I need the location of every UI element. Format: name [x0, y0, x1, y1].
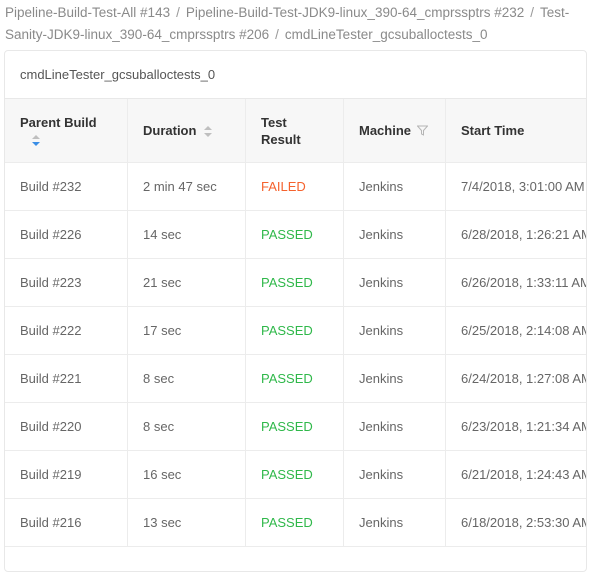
test-result-cell: PASSED	[245, 258, 344, 307]
parent-build-cell[interactable]: Build #226	[5, 210, 128, 259]
duration-cell: 21 sec	[127, 258, 246, 307]
start-time-cell: 6/18/2018, 2:53:30 AM	[445, 498, 586, 547]
table-row[interactable]: Build #226 14 sec PASSED Jenkins 6/28/2018, …	[5, 210, 586, 259]
test-result-cell: PASSED	[245, 210, 344, 259]
filter-icon[interactable]	[416, 124, 429, 139]
start-time-cell: 6/23/2018, 1:21:34 AM	[445, 402, 586, 451]
parent-build-cell[interactable]: Build #221	[5, 354, 128, 403]
sort-icon[interactable]	[32, 135, 40, 146]
start-time-cell: 6/28/2018, 1:26:21 AM	[445, 210, 586, 259]
column-header-machine: Machine	[343, 99, 446, 163]
start-time-cell: 6/24/2018, 1:27:08 AM	[445, 354, 586, 403]
test-result-cell: PASSED	[245, 402, 344, 451]
machine-cell: Jenkins	[343, 402, 446, 451]
machine-cell: Jenkins	[343, 210, 446, 259]
table-header-row: Parent Build Duration Test Result Machin…	[5, 99, 586, 163]
breadcrumb-separator: /	[275, 27, 279, 42]
column-header-start-time: Start Time	[445, 99, 586, 163]
breadcrumb-separator: /	[530, 5, 535, 20]
machine-cell: Jenkins	[343, 498, 446, 547]
breadcrumb-separator: /	[176, 5, 180, 20]
table-row[interactable]: Build #221 8 sec PASSED Jenkins 6/24/2018, 1…	[5, 354, 586, 403]
breadcrumb-item-pipeline-jdk9[interactable]: Pipeline-Build-Test-JDK9-linux_390-64_cm…	[186, 5, 524, 20]
column-label: Parent Build	[20, 115, 97, 130]
test-result-cell: PASSED	[245, 306, 344, 355]
table-row[interactable]: Build #222 17 sec PASSED Jenkins 6/25/2018, …	[5, 306, 586, 355]
test-result-cell: FAILED	[245, 162, 344, 211]
duration-cell: 2 min 47 sec	[127, 162, 246, 211]
table-row[interactable]: Build #216 13 sec PASSED Jenkins 6/18/2018, …	[5, 498, 586, 547]
test-result-cell: PASSED	[245, 354, 344, 403]
test-history-card: cmdLineTester_gcsuballoctests_0 Parent B…	[4, 50, 587, 572]
column-label: Duration	[143, 123, 197, 139]
duration-cell: 16 sec	[127, 450, 246, 499]
column-header-test-result: Test Result	[245, 99, 344, 163]
start-time-cell: 6/25/2018, 2:14:08 AM	[445, 306, 586, 355]
table-row[interactable]: Build #219 16 sec PASSED Jenkins 6/21/2018, …	[5, 450, 586, 499]
table-row[interactable]: Build #232 2 min 47 sec FAILED Jenkins 7/4/2…	[5, 162, 586, 211]
table-row[interactable]: Build #223 21 sec PASSED Jenkins 6/26/2018, …	[5, 258, 586, 307]
duration-cell: 8 sec	[127, 402, 246, 451]
parent-build-cell[interactable]: Build #232	[5, 162, 128, 211]
parent-build-cell[interactable]: Build #222	[5, 306, 128, 355]
duration-cell: 8 sec	[127, 354, 246, 403]
machine-cell: Jenkins	[343, 450, 446, 499]
column-header-duration[interactable]: Duration	[127, 99, 246, 163]
column-label: Machine	[359, 123, 412, 139]
duration-cell: 13 sec	[127, 498, 246, 547]
table-row[interactable]: Build #220 8 sec PASSED Jenkins 6/23/2018, 1…	[5, 402, 586, 451]
start-time-cell: 6/26/2018, 1:33:11 AM	[445, 258, 586, 307]
start-time-cell: 6/21/2018, 1:24:43 AM	[445, 450, 586, 499]
machine-cell: Jenkins	[343, 354, 446, 403]
machine-cell: Jenkins	[343, 306, 446, 355]
parent-build-cell[interactable]: Build #219	[5, 450, 128, 499]
column-header-parent-build[interactable]: Parent Build	[5, 99, 128, 163]
start-time-cell: 7/4/2018, 3:01:00 AM	[445, 162, 586, 211]
machine-cell: Jenkins	[343, 162, 446, 211]
duration-cell: 14 sec	[127, 210, 246, 259]
duration-cell: 17 sec	[127, 306, 246, 355]
test-result-cell: PASSED	[245, 450, 344, 499]
parent-build-cell[interactable]: Build #220	[5, 402, 128, 451]
sort-icon[interactable]	[204, 125, 213, 137]
breadcrumb-item-current: cmdLineTester_gcsuballoctests_0	[284, 27, 488, 42]
test-result-cell: PASSED	[245, 498, 344, 547]
breadcrumb: Pipeline-Build-Test-All #143 / Pipeline-Bu…	[5, 2, 585, 46]
build-history-table: Parent Build Duration Test Result Machin…	[5, 99, 586, 547]
column-label: Test Result	[261, 115, 301, 147]
machine-cell: Jenkins	[343, 258, 446, 307]
parent-build-cell[interactable]: Build #216	[5, 498, 128, 547]
column-label: Start Time	[461, 123, 525, 139]
parent-build-cell[interactable]: Build #223	[5, 258, 128, 307]
breadcrumb-item-pipeline-all[interactable]: Pipeline-Build-Test-All #143	[5, 5, 170, 20]
card-title: cmdLineTester_gcsuballoctests_0	[5, 51, 586, 99]
